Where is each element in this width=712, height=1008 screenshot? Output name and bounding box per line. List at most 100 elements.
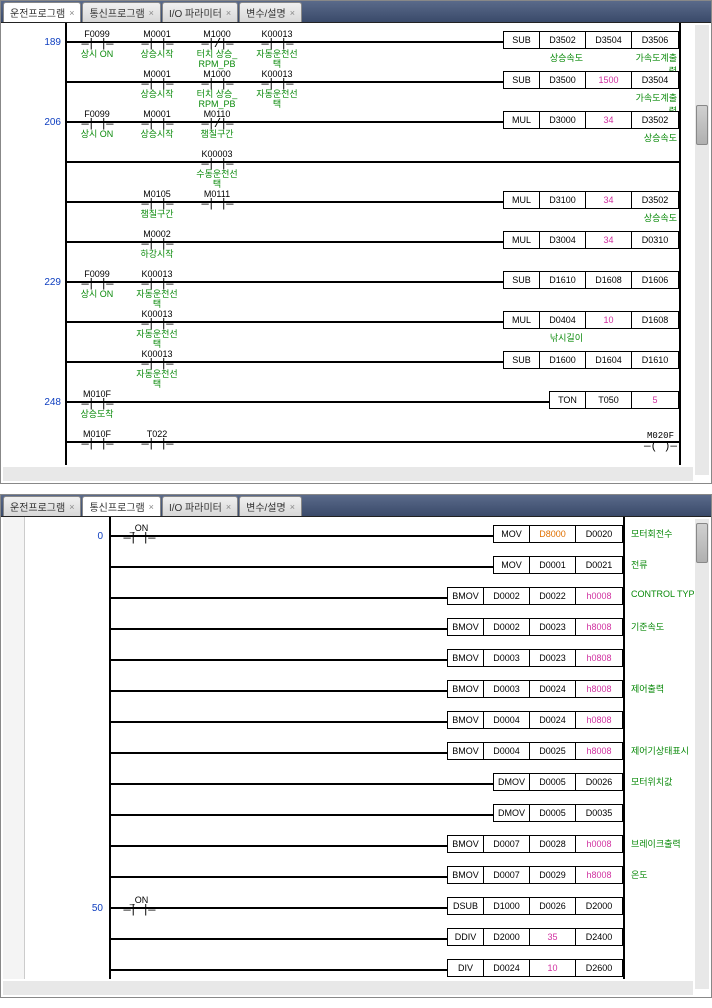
- vertical-scrollbar[interactable]: [695, 519, 709, 989]
- tab-1[interactable]: 통신프로그램×: [82, 2, 160, 22]
- ladder-rung[interactable]: BMOVD0002D0023h8008기준속도: [1, 614, 711, 644]
- tab-0[interactable]: 운전프로그램×: [3, 2, 81, 22]
- ladder-rung[interactable]: 206F0099—| |—상시 ONM0001—| |—상승시작M0110—|/…: [1, 107, 711, 145]
- close-icon[interactable]: ×: [290, 8, 295, 18]
- ladder-rung[interactable]: 0_ON—| |—MOVD8000D0020모터회전수: [1, 521, 711, 551]
- ladder-rung[interactable]: 50_ON—| |—DSUBD1000D0026D2000: [1, 893, 711, 923]
- instruction-box[interactable]: BMOVD0002D0022h0008: [447, 587, 623, 605]
- ladder-contact[interactable]: M0001—| |—상승시작: [131, 29, 183, 59]
- instruction-box[interactable]: BMOVD0004D0025h8008: [447, 742, 623, 760]
- instruction-box[interactable]: SUBD35001500D3504: [503, 71, 679, 89]
- ladder-contact[interactable]: K00013—| |—자동운전선택: [251, 69, 303, 109]
- close-icon[interactable]: ×: [226, 8, 231, 18]
- instruction-arg: D3000: [540, 112, 586, 128]
- close-icon[interactable]: ×: [226, 502, 231, 512]
- instruction-box[interactable]: BMOVD0003D0023h0808: [447, 649, 623, 667]
- ladder-rung[interactable]: BMOVD0003D0023h0808: [1, 645, 711, 675]
- ladder-contact[interactable]: M0111—| |—: [191, 189, 243, 209]
- tab-2[interactable]: I/O 파라미터×: [162, 496, 238, 516]
- ladder-rung[interactable]: 248M010F—| |—상승도착TONT0505: [1, 387, 711, 425]
- ladder-rung[interactable]: DMOVD0005D0026모터위치값: [1, 769, 711, 799]
- ladder-rung[interactable]: K00013—| |—자동운전선택SUBD1600D1604D1610: [1, 347, 711, 385]
- ladder-contact[interactable]: K00013—| |—자동운전선택: [131, 269, 183, 309]
- ladder-rung[interactable]: K00013—| |—자동운전선택MULD040410D1608낚시길이: [1, 307, 711, 345]
- instruction-box[interactable]: TONT0505: [549, 391, 679, 409]
- instruction-arg: D0026: [576, 774, 622, 790]
- ladder-contact[interactable]: M1000—|/|—터치 상승_RPM_PB: [191, 29, 243, 69]
- instruction-box[interactable]: DSUBD1000D0026D2000: [447, 897, 623, 915]
- ladder-contact[interactable]: F0099—| |—상시 ON: [71, 29, 123, 59]
- ladder-contact[interactable]: M010F—| |—: [71, 429, 123, 449]
- instruction-box[interactable]: BMOVD0003D0024h8008: [447, 680, 623, 698]
- ladder-contact[interactable]: M0001—| |—상승시작: [131, 69, 183, 99]
- instruction-box[interactable]: SUBD3502D3504D3506: [503, 31, 679, 49]
- instruction-box[interactable]: MULD040410D1608: [503, 311, 679, 329]
- ladder-rung[interactable]: BMOVD0002D0022h0008CONTROL TYPE: [1, 583, 711, 613]
- ladder-rung[interactable]: M0105—| |—챔질구간M0111—| |—MULD310034D3502상…: [1, 187, 711, 225]
- ladder-contact[interactable]: K00013—| |—자동운전선택: [131, 309, 183, 349]
- ladder-rung[interactable]: BMOVD0007D0029h8008온도: [1, 862, 711, 892]
- instruction-box[interactable]: MOVD8000D0020: [493, 525, 623, 543]
- ladder-contact[interactable]: M0105—| |—챔질구간: [131, 189, 183, 219]
- tab-0[interactable]: 운전프로그램×: [3, 496, 81, 516]
- instruction-box[interactable]: BMOVD0004D0024h0808: [447, 711, 623, 729]
- ladder-rung[interactable]: M0002—| |—하강시작 MULD300434D0310: [1, 227, 711, 265]
- instruction-box[interactable]: MOVD0001D0021: [493, 556, 623, 574]
- horizontal-scrollbar[interactable]: [3, 467, 693, 481]
- ladder-rung[interactable]: BMOVD0004D0025h8008제어기상태표시: [1, 738, 711, 768]
- tab-label: 통신프로그램: [89, 499, 144, 514]
- ladder-contact[interactable]: _ON—| |—: [113, 523, 165, 543]
- instruction-box[interactable]: DDIVD200035D2400: [447, 928, 623, 946]
- ladder-rung[interactable]: BMOVD0003D0024h8008제어출력: [1, 676, 711, 706]
- close-icon[interactable]: ×: [69, 502, 74, 512]
- ladder-contact[interactable]: _ON—| |—: [113, 895, 165, 915]
- ladder-rung[interactable]: 229F0099—| |—상시 ONK00013—| |—자동운전선택SUBD1…: [1, 267, 711, 305]
- instruction-box[interactable]: DIVD002410D2600: [447, 959, 623, 977]
- tab-2[interactable]: I/O 파라미터×: [162, 2, 238, 22]
- tab-3[interactable]: 변수/설명×: [239, 496, 302, 516]
- close-icon[interactable]: ×: [149, 8, 154, 18]
- instruction-box[interactable]: SUBD1610D1608D1606: [503, 271, 679, 289]
- ladder-contact[interactable]: M1000—| |—터치 상승_RPM_PB: [191, 69, 243, 109]
- ladder-contact[interactable]: F0099—| |—상시 ON: [71, 109, 123, 139]
- horizontal-scrollbar[interactable]: [3, 981, 693, 995]
- ladder-area-1[interactable]: 189F0099—| |—상시 ONM0001—| |—상승시작M1000—|/…: [1, 23, 711, 483]
- vertical-scrollbar[interactable]: [695, 25, 709, 475]
- instruction-box[interactable]: DMOVD0005D0026: [493, 773, 623, 791]
- tab-1[interactable]: 통신프로그램 ×: [82, 496, 160, 516]
- close-icon[interactable]: ×: [149, 502, 154, 512]
- close-icon[interactable]: ×: [290, 502, 295, 512]
- ladder-contact[interactable]: T022—| |—: [131, 429, 183, 449]
- ladder-rung[interactable]: MOVD0001D0021전류: [1, 552, 711, 582]
- ladder-rung[interactable]: M010F—| |— T022—| |— M020F—( )—: [1, 427, 711, 465]
- ladder-contact[interactable]: M010F—| |—상승도착: [71, 389, 123, 419]
- instruction-box[interactable]: BMOVD0002D0023h8008: [447, 618, 623, 636]
- ladder-contact[interactable]: M0110—|/|—챔질구간: [191, 109, 243, 139]
- instruction-box[interactable]: BMOVD0007D0028h0008: [447, 835, 623, 853]
- ladder-rung[interactable]: DMOVD0005D0035: [1, 800, 711, 830]
- ladder-contact[interactable]: M0001—| |—상승시작: [131, 109, 183, 139]
- instruction-box[interactable]: MULD300034D3502: [503, 111, 679, 129]
- ladder-contact[interactable]: F0099—| |—상시 ON: [71, 269, 123, 299]
- ladder-rung[interactable]: DDIVD200035D2400: [1, 924, 711, 954]
- ladder-rung[interactable]: K00003—| |—수동운전선택: [1, 147, 711, 185]
- ladder-contact[interactable]: K00013—| |—자동운전선택: [251, 29, 303, 69]
- output-coil[interactable]: M020F—( )—: [644, 431, 677, 453]
- ladder-rung[interactable]: BMOVD0004D0024h0808: [1, 707, 711, 737]
- instruction-box[interactable]: BMOVD0007D0029h8008: [447, 866, 623, 884]
- ladder-contact[interactable]: M0002—| |—하강시작: [131, 229, 183, 259]
- ladder-rung[interactable]: BMOVD0007D0028h0008브레이크출력: [1, 831, 711, 861]
- ladder-area-2[interactable]: 0_ON—| |—MOVD8000D0020모터회전수MOVD0001D0021…: [1, 517, 711, 997]
- ladder-contact[interactable]: K00013—| |—자동운전선택: [131, 349, 183, 389]
- instruction-box[interactable]: MULD300434D0310: [503, 231, 679, 249]
- close-icon[interactable]: ×: [69, 8, 74, 18]
- tab-3[interactable]: 변수/설명×: [239, 2, 302, 22]
- ladder-contact[interactable]: K00003—| |—수동운전선택: [191, 149, 243, 189]
- contact-symbol: —| |—: [251, 39, 303, 49]
- contact-comment: 자동운전선택: [251, 49, 303, 69]
- ladder-rung[interactable]: 189F0099—| |—상시 ONM0001—| |—상승시작M1000—|/…: [1, 27, 711, 65]
- ladder-rung[interactable]: M0001—| |—상승시작M1000—| |—터치 상승_RPM_PBK000…: [1, 67, 711, 105]
- instruction-box[interactable]: SUBD1600D1604D1610: [503, 351, 679, 369]
- instruction-box[interactable]: MULD310034D3502: [503, 191, 679, 209]
- instruction-box[interactable]: DMOVD0005D0035: [493, 804, 623, 822]
